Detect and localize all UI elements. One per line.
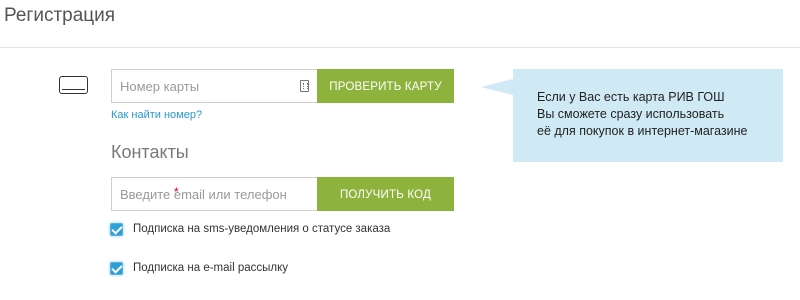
contact-field[interactable] <box>111 177 318 211</box>
card-number-field[interactable] <box>111 69 318 103</box>
tooltip-arrow <box>481 79 513 95</box>
contacts-section-title: Контакты <box>111 142 189 162</box>
registration-page: Регистрация ПРОВЕРИТЬ КАРТУ Как найти но… <box>0 0 800 300</box>
header-divider <box>0 47 800 48</box>
keypad-icon[interactable] <box>300 80 309 92</box>
email-subscription-label[interactable]: Подписка на e-mail рассылку <box>133 262 288 274</box>
credit-card-icon <box>59 76 88 94</box>
card-number-input[interactable] <box>112 70 317 102</box>
check-card-button[interactable]: ПРОВЕРИТЬ КАРТУ <box>317 69 454 103</box>
email-subscription-checkbox[interactable] <box>110 262 123 275</box>
tooltip-line: Если у Вас есть карта РИВ ГОШ <box>537 90 725 104</box>
tooltip-line: её для покупок в интернет-магазине <box>537 124 748 138</box>
get-code-button[interactable]: ПОЛУЧИТЬ КОД <box>317 177 454 211</box>
tooltip-text: Если у Вас есть карта РИВ ГОШ Вы сможете… <box>537 89 747 140</box>
tooltip-line: Вы сможете сразу использовать <box>537 107 725 121</box>
page-title: Регистрация <box>4 5 116 26</box>
find-card-number-link[interactable]: Как найти номер? <box>111 109 202 121</box>
email-or-phone-input[interactable] <box>112 178 317 210</box>
card-info-tooltip: Если у Вас есть карта РИВ ГОШ Вы сможете… <box>513 69 783 162</box>
sms-subscription-checkbox[interactable] <box>110 223 123 236</box>
required-marker: * <box>174 185 179 199</box>
sms-subscription-label[interactable]: Подписка на sms-уведомления о статусе за… <box>133 223 390 235</box>
